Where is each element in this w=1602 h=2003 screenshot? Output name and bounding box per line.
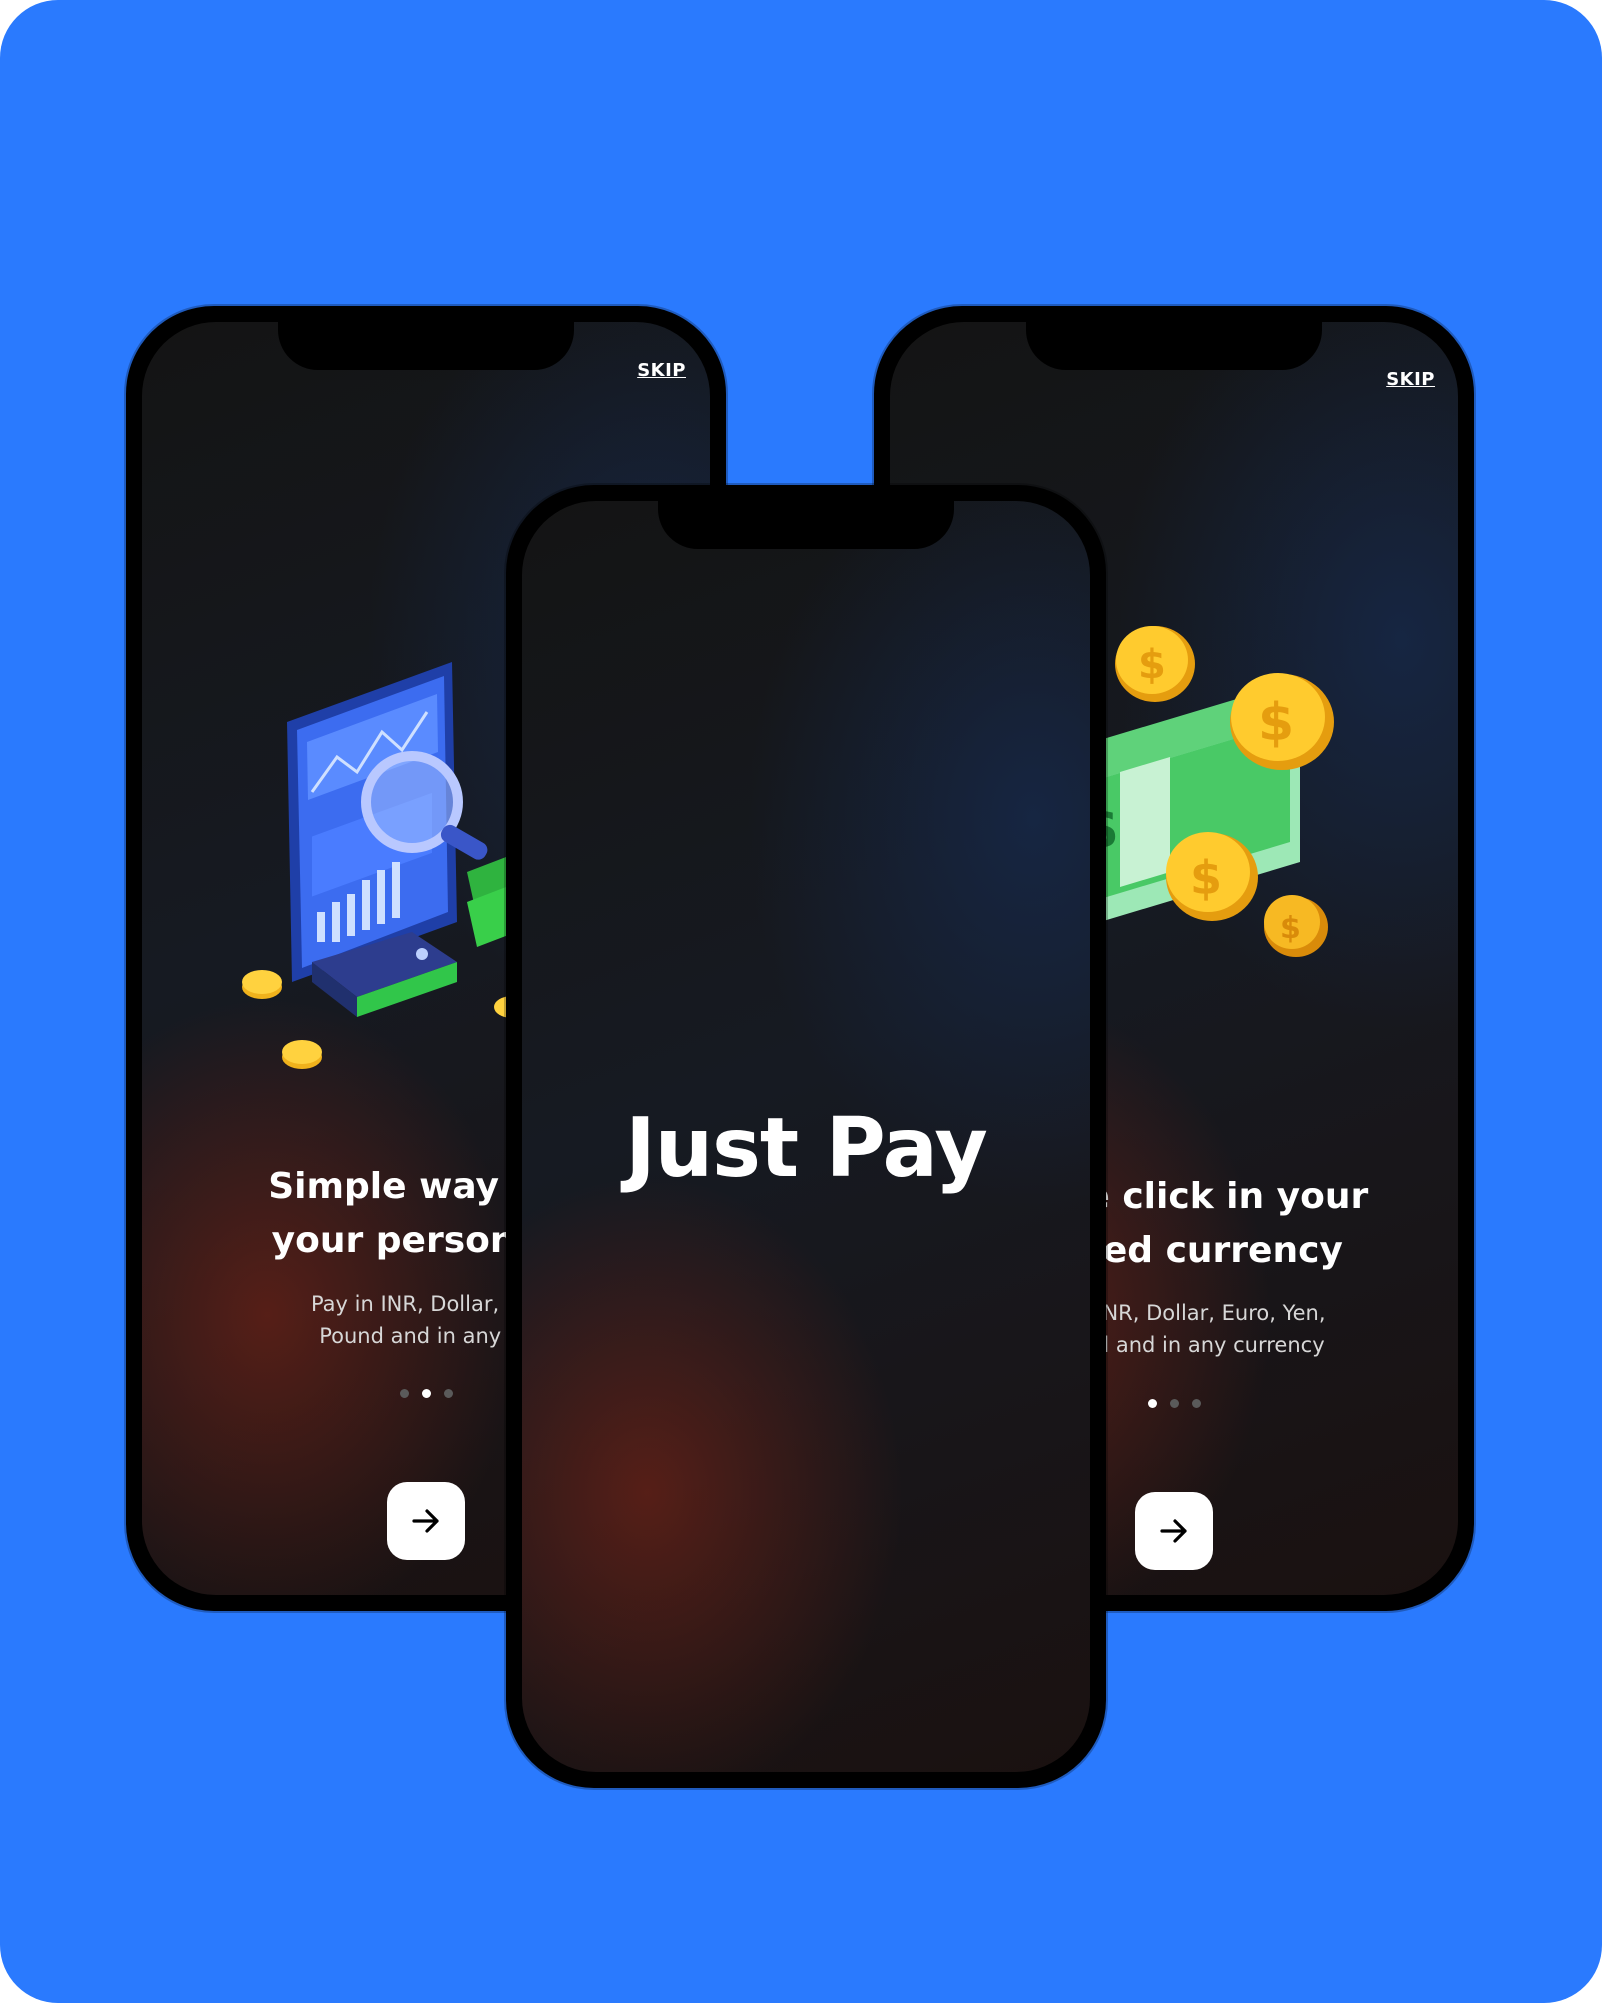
page-dot-1[interactable] bbox=[1147, 1399, 1157, 1408]
page-dot-1[interactable] bbox=[399, 1389, 409, 1398]
svg-text:$: $ bbox=[1138, 642, 1166, 688]
next-button[interactable] bbox=[387, 1482, 465, 1560]
phone-notch bbox=[278, 322, 574, 370]
skip-link[interactable]: SKIP bbox=[637, 360, 686, 381]
svg-text:$: $ bbox=[1258, 693, 1294, 753]
phone-splash-center: Just Pay bbox=[506, 485, 1106, 1788]
arrow-right-icon bbox=[412, 1509, 439, 1533]
gold-coin-icon: $ bbox=[1115, 626, 1195, 702]
gold-coin-icon: $ bbox=[1230, 673, 1334, 770]
page-dot-2[interactable] bbox=[421, 1389, 431, 1398]
svg-text:$: $ bbox=[1280, 911, 1301, 946]
gold-coin-icon: $ bbox=[1264, 895, 1328, 957]
splash-screen: Just Pay bbox=[522, 501, 1090, 1772]
phone-analytics-illustration bbox=[242, 662, 542, 1069]
app-brand-title: Just Pay bbox=[625, 1101, 988, 1196]
phone-notch bbox=[658, 501, 954, 549]
svg-text:$: $ bbox=[1190, 851, 1222, 905]
phone-notch bbox=[1026, 322, 1322, 370]
next-button[interactable] bbox=[1135, 1492, 1213, 1570]
page-dot-3[interactable] bbox=[443, 1389, 453, 1398]
showcase-background: SKIP Simple way to r your personal f Pay… bbox=[0, 0, 1602, 2003]
skip-link[interactable]: SKIP bbox=[1386, 369, 1435, 390]
page-dot-2[interactable] bbox=[1169, 1399, 1179, 1408]
page-dot-3[interactable] bbox=[1191, 1399, 1201, 1408]
arrow-right-icon bbox=[1160, 1519, 1187, 1543]
